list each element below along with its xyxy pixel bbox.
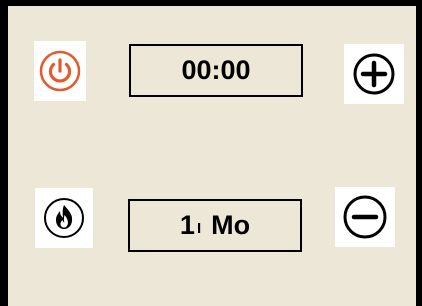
flame-icon <box>44 198 84 238</box>
mode-display-unit: Mo <box>211 210 251 240</box>
power-button[interactable] <box>34 41 86 101</box>
mode-display-value: 1 <box>179 210 195 240</box>
control-panel: 00:00 1 I Mo <box>0 0 422 306</box>
power-icon <box>39 50 81 92</box>
time-display-value: 00:00 <box>181 55 251 85</box>
mode-display-separator: I <box>196 220 202 237</box>
decrease-button[interactable] <box>335 187 395 247</box>
mode-display: 1 I Mo <box>128 199 302 252</box>
plus-icon <box>353 53 395 95</box>
flame-button[interactable] <box>35 188 93 248</box>
increase-button[interactable] <box>344 44 404 104</box>
time-display: 00:00 <box>129 44 303 97</box>
minus-icon <box>343 195 387 239</box>
